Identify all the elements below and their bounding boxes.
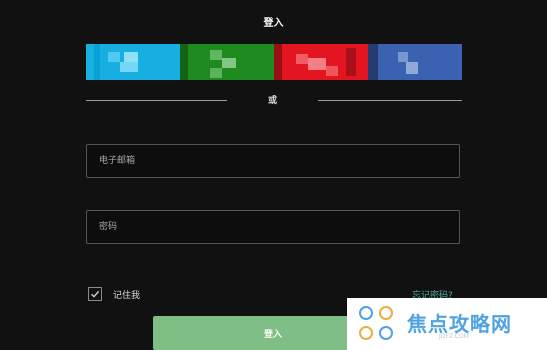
watermark-subtext: JDFZ.COM (439, 333, 469, 340)
social-login-button-1[interactable] (86, 44, 180, 80)
check-icon (91, 290, 100, 298)
remember-me-checkbox[interactable] (88, 287, 102, 301)
email-field[interactable] (87, 145, 459, 177)
watermark: 焦点攻略网 JDFZ.COM (347, 298, 547, 350)
divider-line-left (86, 100, 227, 101)
divider-line-right (318, 100, 462, 101)
social-login-button-3[interactable] (274, 44, 368, 80)
email-field-wrapper (86, 144, 460, 178)
login-page: 登入 或 电子邮箱 记住我 忘记密码? 登入 焦点攻略网 JDFZ.COM (0, 0, 547, 350)
password-field[interactable] (87, 211, 459, 243)
social-login-button-2[interactable] (180, 44, 274, 80)
remember-me-label: 记住我 (113, 290, 141, 301)
page-title: 登入 (263, 18, 284, 29)
remember-me[interactable]: 记住我 (88, 287, 140, 301)
social-login-row (86, 44, 462, 80)
watermark-logo-icon (359, 306, 393, 340)
divider-or-text: 或 (267, 96, 277, 106)
password-field-wrapper (86, 210, 460, 244)
social-login-button-4[interactable] (368, 44, 462, 80)
